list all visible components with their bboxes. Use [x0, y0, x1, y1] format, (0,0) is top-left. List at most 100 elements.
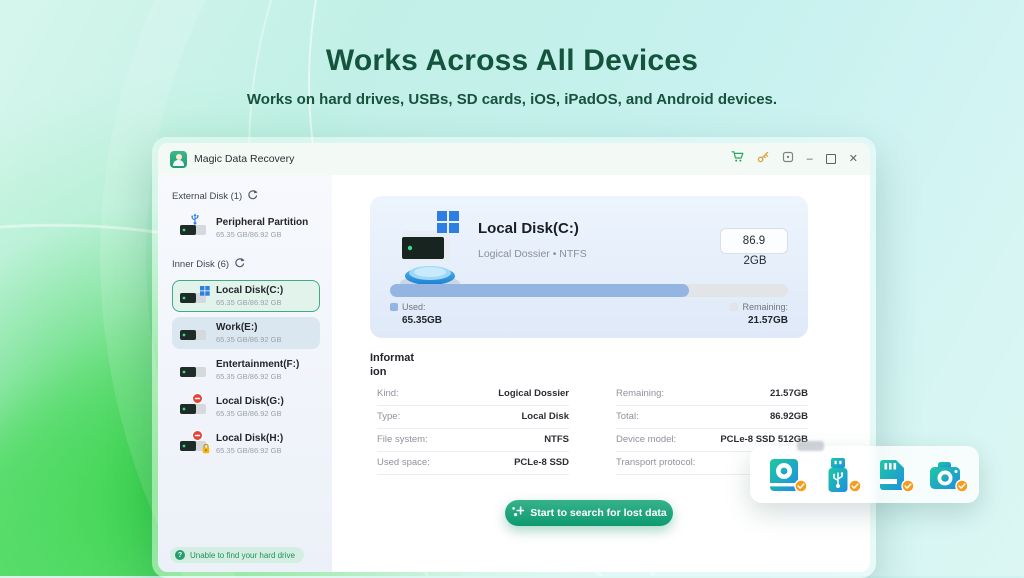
- usage-progress-bar: [390, 284, 788, 297]
- used-value: 65.35GB: [390, 315, 442, 326]
- app-logo-icon: [170, 151, 187, 168]
- disk-size: 65.35 GB/86.92 GB: [216, 372, 299, 381]
- info-row: Remaining: 21.57GB: [616, 383, 808, 406]
- page-title: Works Across All Devices: [0, 44, 1024, 78]
- info-value: Logical Dossier: [498, 388, 569, 399]
- disk-name: Local Disk(H:): [216, 433, 283, 444]
- hard-drive-icon: [764, 455, 804, 495]
- blocked-locked-drive-icon: [179, 435, 209, 454]
- info-value: PCLe-8 SSD 512GB: [720, 434, 808, 445]
- info-label: Transport protocol:: [616, 457, 695, 468]
- disk-texts: Local Disk(H:) 65.35 GB/86.92 GB: [216, 433, 283, 455]
- info-row: File system: NTFS: [377, 429, 569, 452]
- remaining-swatch: [730, 303, 738, 311]
- disk-size: 65.35 GB/86.92 GB: [216, 230, 308, 239]
- check-badge-icon: [794, 479, 808, 498]
- page-subtitle: Works on hard drives, USBs, SD cards, iO…: [0, 91, 1024, 108]
- info-value: PCLe-8 SSD: [514, 457, 569, 468]
- sidebar-item-entertainment-f[interactable]: Entertainment(F:) 65.35 GB/86.92 GB: [172, 354, 320, 386]
- disk-texts: Work(E:) 65.35 GB/86.92 GB: [216, 322, 281, 344]
- device-types-card: [750, 446, 979, 503]
- titlebar-controls: – ✕: [731, 150, 858, 168]
- refresh-icon[interactable]: [247, 189, 258, 203]
- info-label: Remaining:: [616, 388, 664, 399]
- external-disk-label: External Disk (1): [172, 191, 242, 202]
- information-title-line1: Informat: [370, 351, 808, 365]
- help-tip-label: Unable to find your hard drive: [190, 551, 295, 560]
- disk-title: Local Disk(C:): [478, 220, 579, 237]
- disk-summary-card: Local Disk(C:) Logical Dossier • NTFS 86…: [370, 196, 808, 338]
- maximize-button[interactable]: [826, 154, 836, 164]
- help-tip[interactable]: ? Unable to find your hard drive: [170, 547, 304, 563]
- info-value: 86.92GB: [770, 411, 808, 422]
- start-search-button[interactable]: Start to search for lost data: [505, 500, 673, 526]
- info-row: Total: 86.92GB: [616, 406, 808, 429]
- window-body: External Disk (1) Peripheral Partition 6…: [158, 175, 870, 572]
- blocked-drive-icon: [179, 398, 209, 417]
- info-label: Kind:: [377, 388, 399, 399]
- sidebar-item-local-disk-g[interactable]: Local Disk(G:) 65.35 GB/86.92 GB: [172, 391, 320, 423]
- capacity-badge: 86.9: [720, 228, 788, 254]
- disk-name: Local Disk(G:): [216, 396, 284, 407]
- inner-disk-label: Inner Disk (6): [172, 259, 229, 270]
- camera-icon: [925, 455, 965, 495]
- app-window: Magic Data Recovery – ✕ External Disk (1…: [158, 143, 870, 572]
- info-value: NTFS: [544, 434, 569, 445]
- sd-card-icon: [871, 455, 911, 495]
- cart-icon[interactable]: [731, 150, 744, 168]
- information-title-line2: ion: [370, 365, 808, 379]
- refresh-icon[interactable]: [234, 257, 245, 271]
- disk-size: 65.35 GB/86.92 GB: [216, 298, 283, 307]
- check-badge-icon: [955, 479, 969, 498]
- package-icon[interactable]: [782, 150, 794, 168]
- usb-drive-small-icon: [179, 219, 209, 238]
- info-label: File system:: [377, 434, 428, 445]
- main-panel: Local Disk(C:) Logical Dossier • NTFS 86…: [332, 175, 870, 572]
- blurred-text-artifact: [797, 441, 824, 451]
- disk-size: 65.35 GB/86.92 GB: [216, 409, 284, 418]
- sidebar-item-work-e[interactable]: Work(E:) 65.35 GB/86.92 GB: [172, 317, 320, 349]
- no-entry-icon: [192, 391, 203, 409]
- usb-plug-icon: [190, 212, 200, 230]
- information-title: Informat ion: [370, 351, 808, 380]
- drive-icon: [179, 324, 209, 343]
- main-content: Local Disk(C:) Logical Dossier • NTFS 86…: [370, 196, 808, 526]
- disk-name: Work(E:): [216, 322, 281, 333]
- used-swatch: [390, 303, 398, 311]
- windows-drive-icon: [179, 287, 209, 306]
- sidebar: External Disk (1) Peripheral Partition 6…: [158, 175, 332, 572]
- disk-meta: Logical Dossier • NTFS: [478, 248, 587, 260]
- info-label: Total:: [616, 411, 639, 422]
- disk-texts: Peripheral Partition 65.35 GB/86.92 GB: [216, 217, 308, 239]
- app-window-frame: Magic Data Recovery – ✕ External Disk (1…: [152, 137, 876, 578]
- sidebar-item-peripheral-partition[interactable]: Peripheral Partition 65.35 GB/86.92 GB: [172, 212, 320, 244]
- progress-fill: [390, 284, 689, 297]
- information-section: Informat ion Kind: Logical Dossier Type: L…: [370, 351, 808, 475]
- info-row: Kind: Logical Dossier: [377, 383, 569, 406]
- sidebar-item-local-disk-c[interactable]: Local Disk(C:) 65.35 GB/86.92 GB: [172, 280, 320, 312]
- info-column-left: Kind:Logical Dossier Type:Local Disk Fil…: [377, 383, 569, 475]
- start-search-label: Start to search for lost data: [530, 507, 667, 519]
- titlebar: Magic Data Recovery – ✕: [158, 143, 870, 175]
- disk-size: 65.35 GB/86.92 GB: [216, 446, 283, 455]
- capacity-badge-overflow: 2GB: [722, 255, 788, 267]
- hero: Works Across All Devices Works on hard d…: [0, 44, 1024, 108]
- inner-disk-header: Inner Disk (6): [172, 257, 320, 271]
- external-disk-header: External Disk (1): [172, 189, 320, 203]
- close-button[interactable]: ✕: [849, 154, 858, 165]
- usb-drive-icon: [818, 455, 858, 495]
- used-legend: Used: 65.35GB: [390, 302, 442, 326]
- minimize-button[interactable]: –: [807, 154, 813, 165]
- lock-icon: [201, 441, 211, 459]
- info-row: Used space: PCLe-8 SSD: [377, 452, 569, 475]
- info-label: Used space:: [377, 457, 430, 468]
- disk-size: 65.35 GB/86.92 GB: [216, 335, 281, 344]
- info-value: 21.57GB: [770, 388, 808, 399]
- information-grid: Kind:Logical Dossier Type:Local Disk Fil…: [370, 383, 808, 475]
- window-title: Magic Data Recovery: [194, 153, 294, 165]
- sidebar-item-local-disk-h[interactable]: Local Disk(H:) 65.35 GB/86.92 GB: [172, 428, 320, 460]
- remaining-value: 21.57GB: [730, 315, 788, 326]
- info-label: Type:: [377, 411, 400, 422]
- key-icon[interactable]: [757, 150, 769, 168]
- disk-texts: Local Disk(C:) 65.35 GB/86.92 GB: [216, 285, 283, 307]
